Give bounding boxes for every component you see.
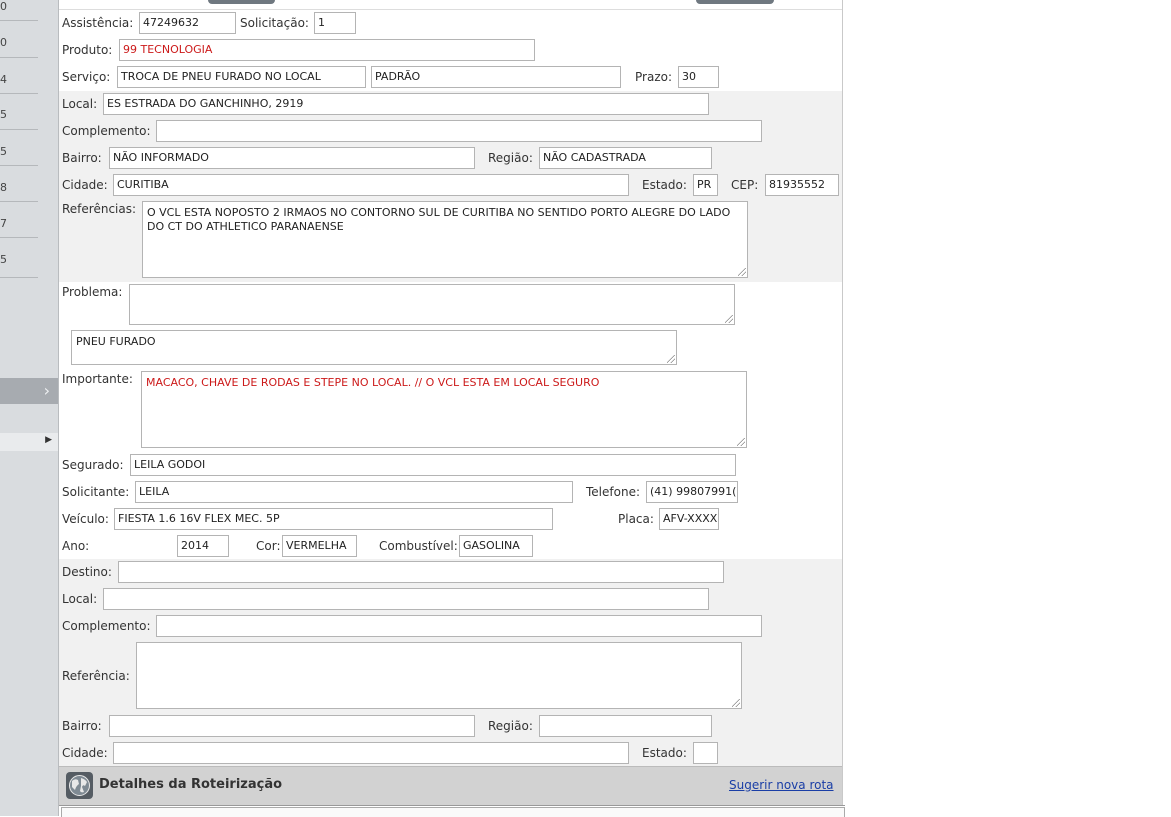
- cidade-field[interactable]: CURITIBA: [113, 174, 629, 196]
- estado-label: Estado:: [642, 178, 687, 192]
- telefone-field[interactable]: (41) 99807991(: [646, 481, 738, 503]
- caret-right-icon: ▶: [45, 435, 52, 445]
- suggest-new-route-link[interactable]: Sugerir nova rota: [729, 778, 834, 792]
- cep-label: CEP:: [731, 178, 759, 192]
- solicitacao-field[interactable]: 1: [314, 12, 356, 34]
- estado-field[interactable]: PR: [693, 174, 718, 196]
- cidade-label: Cidade:: [62, 178, 108, 192]
- segurado-label: Segurado:: [62, 458, 124, 472]
- combustivel-label: Combustível:: [379, 539, 458, 553]
- globe-icon: [66, 772, 93, 799]
- resize-grip-icon[interactable]: [732, 699, 740, 707]
- solicitacao-label: Solicitação:: [240, 16, 309, 30]
- destino-regiao-field[interactable]: [539, 715, 712, 737]
- ano-label: Ano:: [62, 539, 90, 553]
- prazo-label: Prazo:: [635, 70, 672, 84]
- placa-label: Placa:: [618, 512, 654, 526]
- destino-bairro-label: Bairro:: [62, 719, 102, 733]
- sidebar-list-item[interactable]: 8: [0, 166, 38, 202]
- destino-referencia-label: Referência:: [62, 669, 130, 683]
- resize-grip-icon[interactable]: [737, 438, 745, 446]
- importante-label: Importante:: [62, 372, 133, 386]
- destino-referencia-textarea[interactable]: [136, 642, 742, 709]
- sidebar-list-item[interactable]: 7: [0, 202, 38, 238]
- sidebar-list-item[interactable]: 0: [0, 21, 38, 58]
- cor-field[interactable]: VERMELHA: [282, 535, 357, 557]
- regiao-field[interactable]: NÃO CADASTRADA: [539, 147, 712, 169]
- bairro-label: Bairro:: [62, 151, 102, 165]
- chevron-right-icon: ›: [43, 381, 50, 400]
- destino-cidade-field[interactable]: [113, 742, 629, 764]
- top-tab-button[interactable]: [696, 0, 774, 4]
- local-label: Local:: [62, 97, 98, 111]
- servico-field[interactable]: TROCA DE PNEU FURADO NO LOCAL: [117, 66, 366, 88]
- destino-local-field[interactable]: [103, 588, 709, 610]
- cor-label: Cor:: [256, 539, 281, 553]
- destino-complemento-field[interactable]: [156, 615, 762, 637]
- referencias-label: Referências:: [62, 202, 137, 216]
- sidebar-list-item[interactable]: 5: [0, 94, 38, 130]
- problema-detail-textarea[interactable]: PNEU FURADO: [71, 330, 677, 365]
- sidebar-list-item[interactable]: 0: [0, 0, 38, 21]
- problema-textarea[interactable]: [129, 284, 735, 325]
- servico-type-field[interactable]: PADRÃO: [371, 66, 621, 88]
- resize-grip-icon[interactable]: [738, 268, 746, 276]
- sidebar-list-item[interactable]: 5: [0, 130, 38, 166]
- produto-field[interactable]: 99 TECNOLOGIA: [119, 39, 535, 61]
- assistencia-field[interactable]: 47249632: [139, 12, 236, 34]
- veiculo-field[interactable]: FIESTA 1.6 16V FLEX MEC. 5P: [114, 508, 553, 530]
- ano-field[interactable]: 2014: [177, 535, 229, 557]
- combustivel-field[interactable]: GASOLINA: [459, 535, 533, 557]
- assistencia-label: Assistência:: [62, 16, 134, 30]
- regiao-label: Região:: [488, 151, 533, 165]
- sidebar-expand-row[interactable]: ▶: [0, 433, 58, 451]
- sidebar-collapse-button[interactable]: ›: [0, 378, 58, 404]
- destino-estado-field[interactable]: [693, 742, 718, 764]
- resize-grip-icon[interactable]: [725, 315, 733, 323]
- veiculo-label: Veículo:: [62, 512, 109, 526]
- segurado-field[interactable]: LEILA GODOI: [130, 454, 736, 476]
- destino-estado-label: Estado:: [642, 746, 687, 760]
- destino-bairro-field[interactable]: [109, 715, 475, 737]
- telefone-label: Telefone:: [586, 485, 640, 499]
- complemento-label: Complemento:: [62, 124, 151, 138]
- importante-textarea[interactable]: MACACO, CHAVE DE RODAS E STEPE NO LOCAL.…: [141, 371, 747, 448]
- destino-local-label: Local:: [62, 592, 98, 606]
- destino-field[interactable]: [118, 561, 724, 583]
- local-field[interactable]: ES ESTRADA DO GANCHINHO, 2919: [103, 93, 709, 115]
- referencias-textarea[interactable]: O VCL ESTA NOPOSTO 2 IRMAOS NO CONTORNO …: [142, 201, 748, 278]
- solicitante-label: Solicitante:: [62, 485, 130, 499]
- routing-details-title: Detalhes da Roteirização: [99, 777, 283, 792]
- produto-label: Produto:: [62, 43, 113, 57]
- destino-complemento-label: Complemento:: [62, 619, 151, 633]
- destino-label: Destino:: [62, 565, 112, 579]
- top-tab-button[interactable]: [208, 0, 275, 4]
- cep-field[interactable]: 81935552: [765, 174, 839, 196]
- resize-grip-icon[interactable]: [667, 355, 675, 363]
- solicitante-field[interactable]: LEILA: [135, 481, 573, 503]
- destino-cidade-label: Cidade:: [62, 746, 108, 760]
- left-sidebar: 0 0 4 5 5 8 7 5: [0, 0, 59, 816]
- sidebar-list-item[interactable]: 5: [0, 238, 38, 278]
- bairro-field[interactable]: NÃO INFORMADO: [109, 147, 475, 169]
- destino-regiao-label: Região:: [488, 719, 533, 733]
- complemento-field[interactable]: [156, 120, 762, 142]
- sidebar-list-item[interactable]: 4: [0, 58, 38, 94]
- prazo-field[interactable]: 30: [678, 66, 719, 88]
- problema-label: Problema:: [62, 285, 123, 299]
- servico-label: Serviço:: [62, 70, 111, 84]
- placa-field[interactable]: AFV-XXXX: [659, 508, 719, 530]
